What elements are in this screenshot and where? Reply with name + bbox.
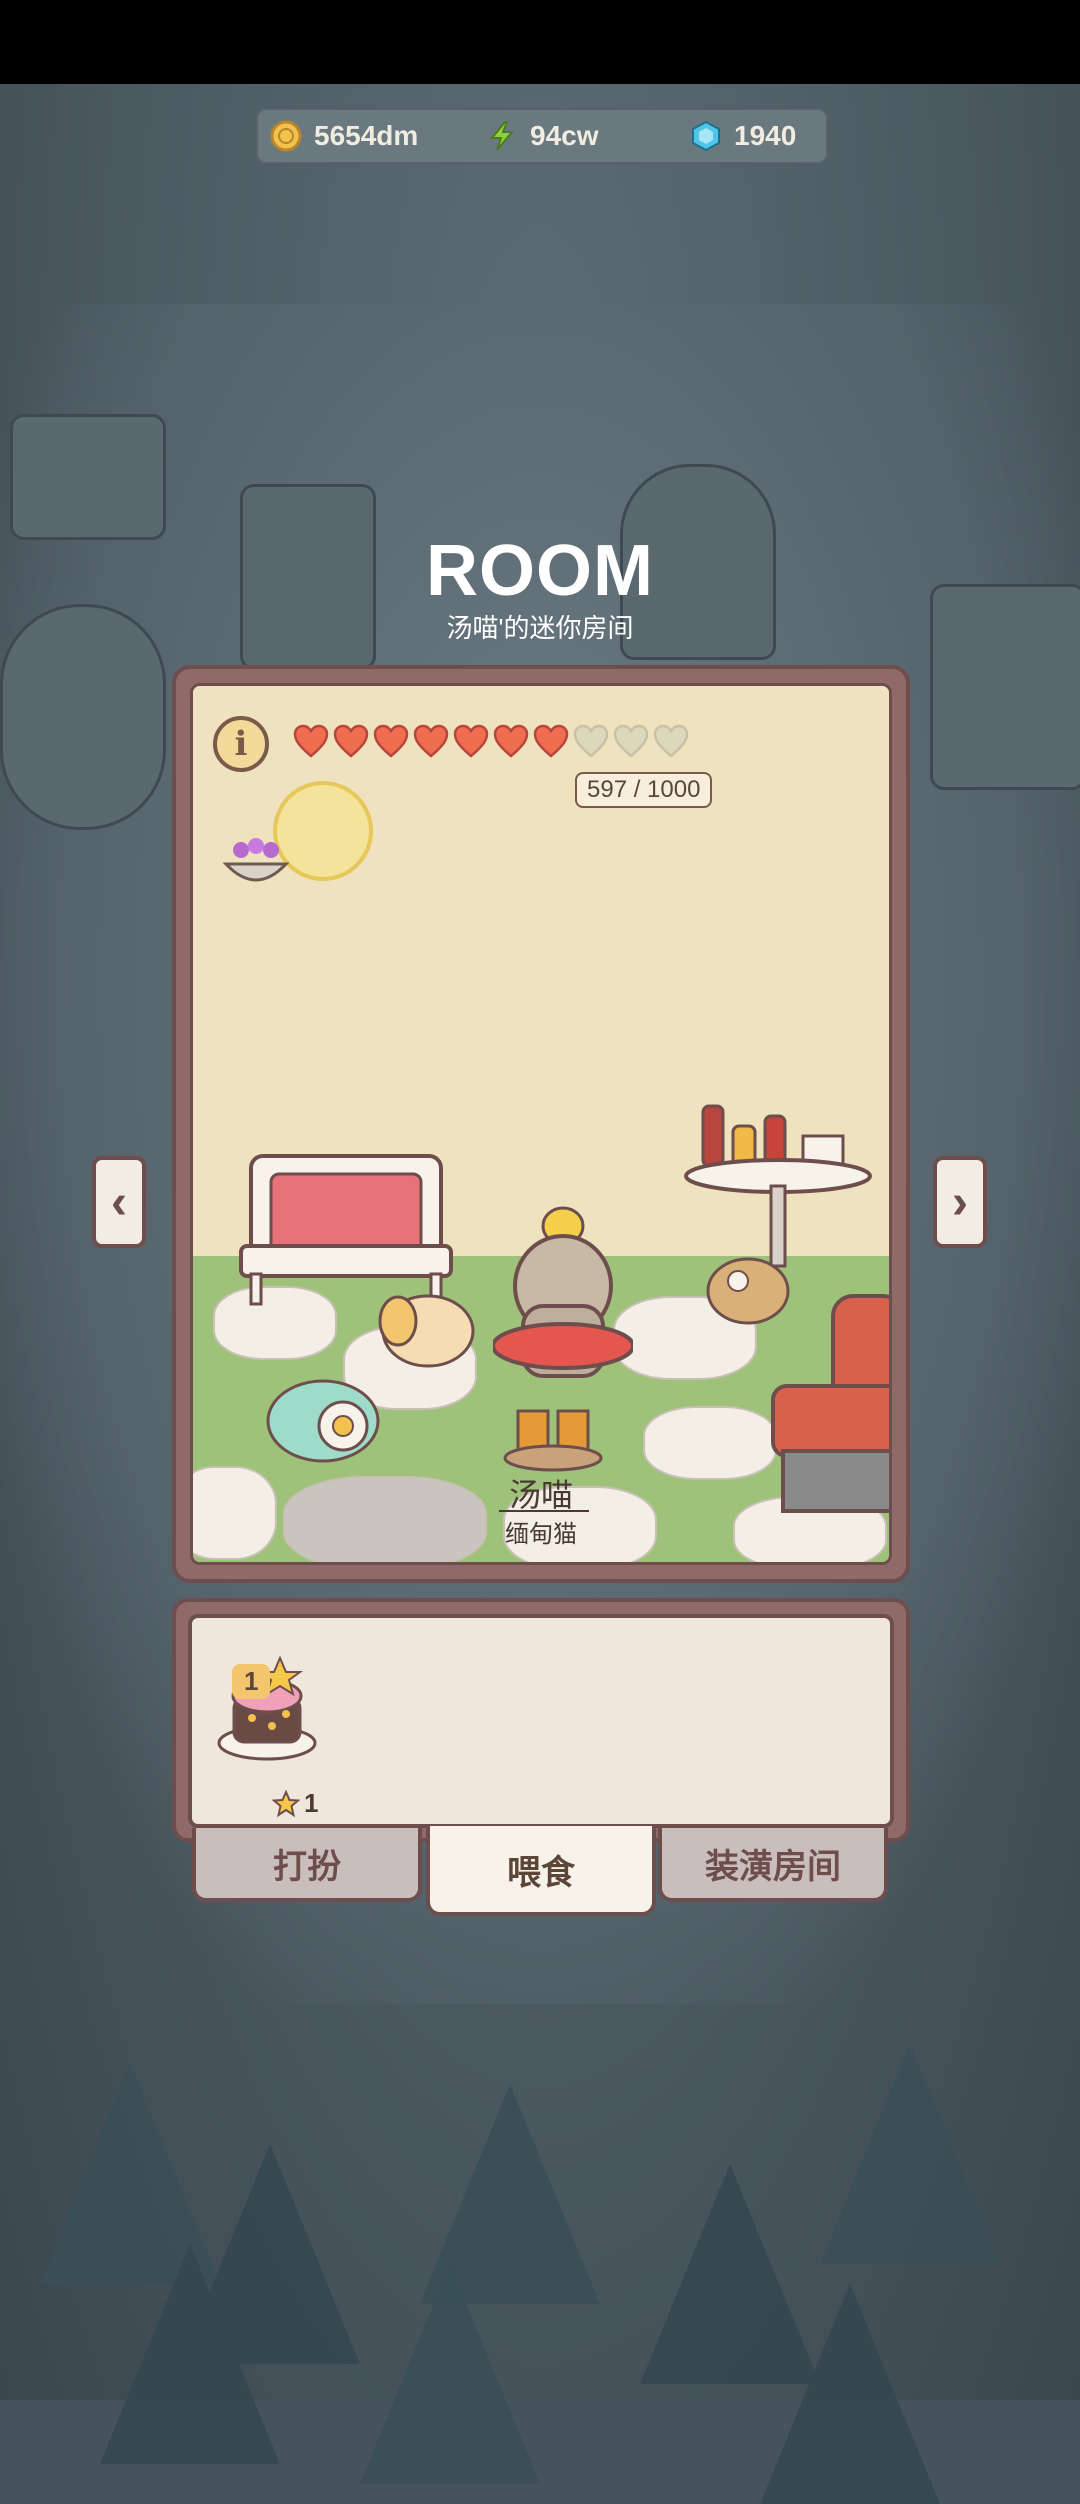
- heart-filled-icon: [453, 724, 489, 758]
- coin-icon: [270, 120, 302, 152]
- tree-icon: [100, 2244, 280, 2464]
- next-room-button[interactable]: ›: [933, 1156, 987, 1248]
- gems-display[interactable]: 1940: [690, 120, 796, 152]
- status-bar: [0, 0, 1080, 84]
- currency-bar: 5654dm 94cw 1940: [256, 108, 828, 164]
- heart-empty-icon: [653, 724, 689, 758]
- tree-icon: [360, 2264, 540, 2484]
- heart-filled-icon: [493, 724, 529, 758]
- heart-filled-icon: [333, 724, 369, 758]
- previous-room-button[interactable]: ‹: [92, 1156, 146, 1248]
- heart-filled-icon: [413, 724, 449, 758]
- coins-display[interactable]: 5654dm: [270, 120, 418, 152]
- heart-empty-icon: [573, 724, 609, 758]
- coins-value: 5654dm: [314, 120, 419, 151]
- pink-sofa-icon: [239, 1154, 453, 1306]
- info-button[interactable]: i: [213, 716, 269, 772]
- puppy-character-icon: [378, 1294, 475, 1368]
- teal-cat-toy-icon: [266, 1379, 380, 1463]
- item-stars-value: 1: [304, 1788, 319, 1818]
- chevron-right-icon: ›: [952, 1175, 968, 1229]
- room-view[interactable]: i 597 / 1000 汤喵 缅甸猫: [190, 683, 892, 1565]
- item-star-rating: 1: [272, 1788, 318, 1819]
- food-bowl-icon: [222, 838, 290, 882]
- tab-decorate-room[interactable]: 装潢房间: [658, 1828, 888, 1902]
- tree-icon: [760, 2284, 940, 2504]
- floor-stone: [643, 1406, 777, 1480]
- cake-icon: [217, 1655, 317, 1761]
- affection-value: 597 / 1000: [575, 772, 713, 808]
- chevron-left-icon: ‹: [111, 1175, 127, 1229]
- inventory-panel: 1 1: [188, 1614, 894, 1828]
- lightning-icon: [486, 120, 518, 152]
- drinks-icon: [503, 1409, 603, 1472]
- page-subtitle: 汤喵'的迷你房间: [446, 613, 634, 643]
- inventory-frame: 1 1: [172, 1598, 910, 1842]
- affection-hearts: [293, 724, 689, 760]
- backpack-icon: [706, 1257, 790, 1325]
- energy-display[interactable]: 94cw: [486, 120, 599, 152]
- info-icon: i: [234, 724, 248, 764]
- tab-feed-label: 喂食: [507, 1853, 575, 1892]
- tab-feed[interactable]: 喂食: [426, 1826, 656, 1916]
- stall-deco: [10, 414, 166, 540]
- tab-decorate-room-label: 装潢房间: [705, 1847, 841, 1886]
- heart-filled-icon: [293, 724, 329, 758]
- star-icon: [272, 1789, 300, 1817]
- inventory-item-cake[interactable]: 1 1: [212, 1638, 322, 1818]
- gems-value: 1940: [734, 120, 797, 151]
- heart-filled-icon: [373, 724, 409, 758]
- cat-breed: 缅甸猫: [505, 1521, 577, 1548]
- cat-character-icon[interactable]: [493, 1186, 633, 1406]
- page-title: ROOM: [426, 531, 654, 611]
- heart-empty-icon: [613, 724, 649, 758]
- tree-icon: [820, 2044, 1000, 2264]
- tab-dress-up-label: 打扮: [273, 1847, 341, 1886]
- item-count-badge: 1: [232, 1664, 271, 1699]
- tab-dress-up[interactable]: 打扮: [192, 1828, 422, 1902]
- room-frame: i 597 / 1000 汤喵 缅甸猫: [172, 665, 910, 1583]
- cat-name-underline: [499, 1510, 589, 1512]
- energy-value: 94cw: [530, 120, 599, 151]
- heart-filled-icon: [533, 724, 569, 758]
- gem-icon: [690, 120, 722, 152]
